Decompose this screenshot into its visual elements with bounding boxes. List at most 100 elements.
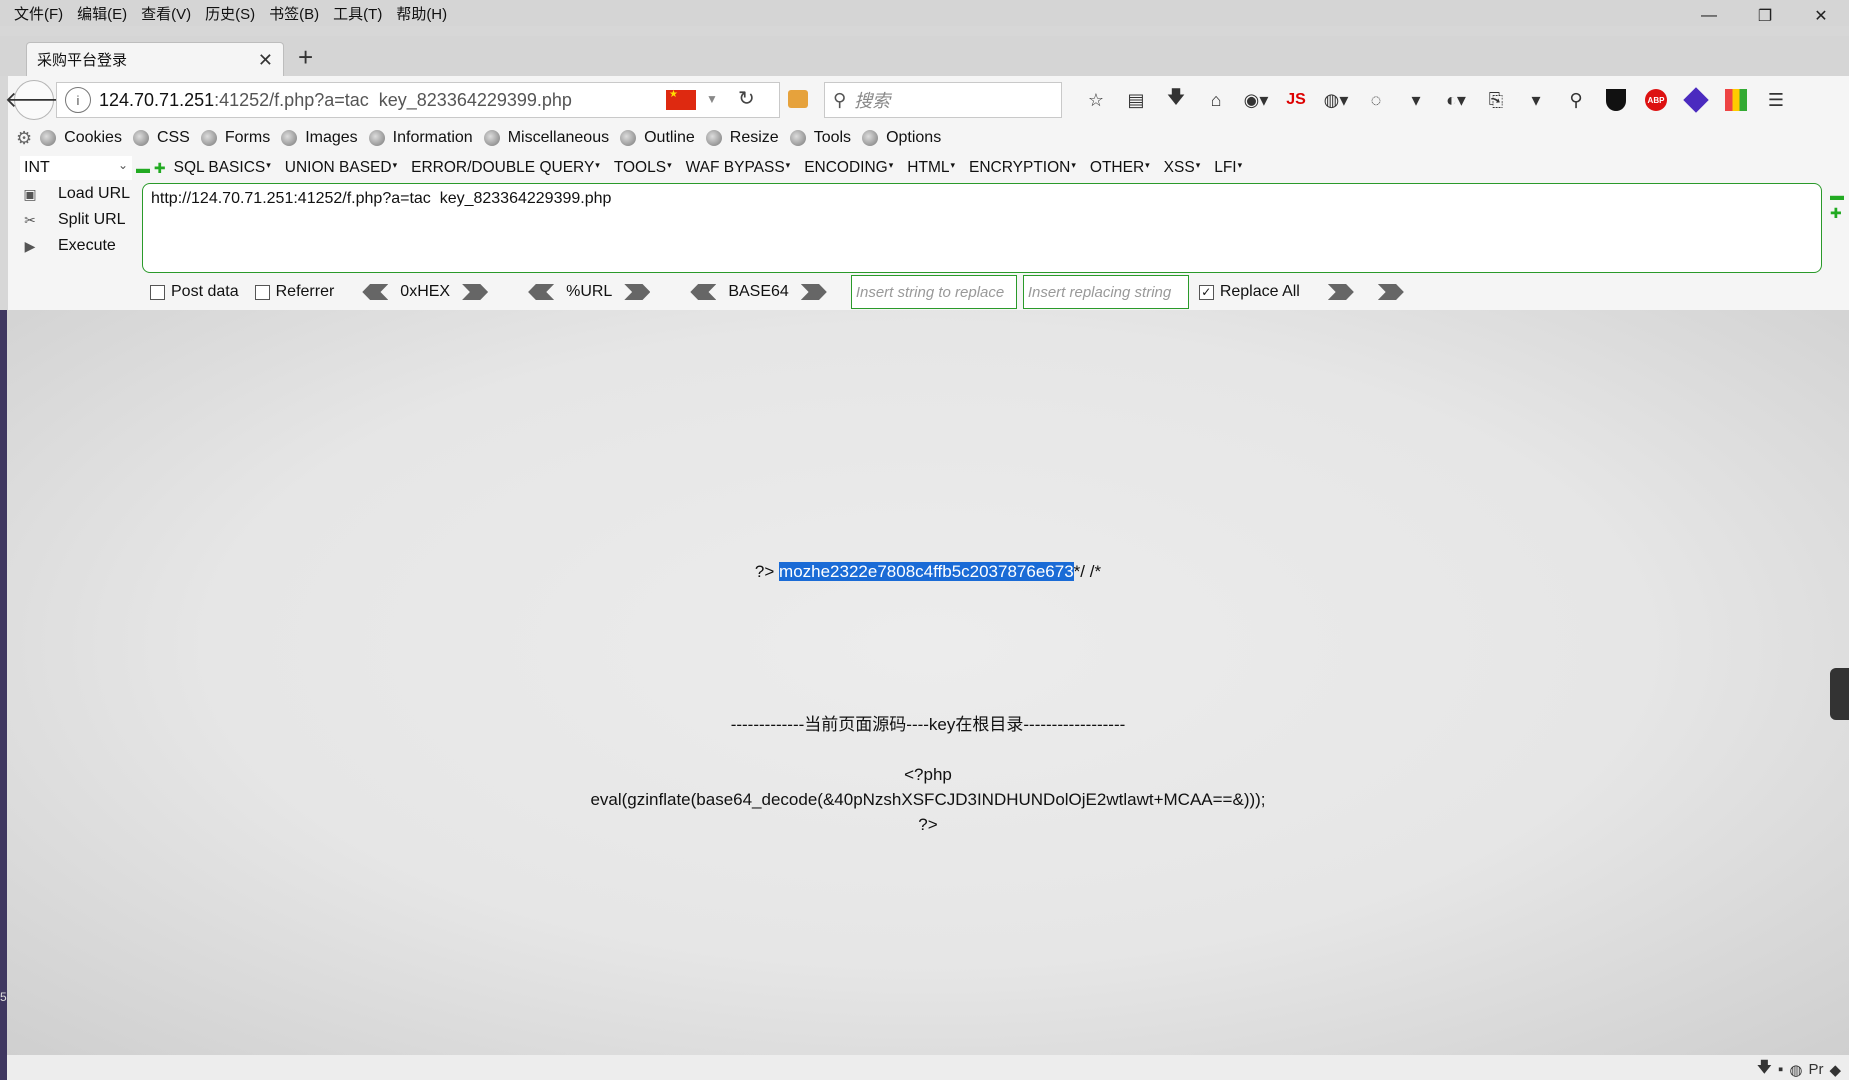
menu-union-based[interactable]: UNION BASED [285,159,397,177]
flag-prefix: ?> [754,562,780,581]
replace-all-checkbox[interactable]: ✓ Replace All [1198,283,1300,301]
menu-waf-bypass[interactable]: WAF BYPASS [686,159,791,177]
split-url-button[interactable]: ✂ Split URL [20,210,125,230]
reader-icon[interactable]: ▤ [1116,85,1156,115]
new-tab-button[interactable]: + [298,44,313,70]
minimize-button[interactable]: — [1681,0,1737,32]
menu-tools[interactable]: TOOLS [614,159,672,177]
menu-history[interactable]: 历史(S) [205,3,255,24]
hex-encode-arrow-icon[interactable] [462,284,489,300]
home-icon[interactable]: ⌂ [1196,85,1236,115]
url-decode-arrow-icon[interactable] [528,284,555,300]
base64-encode-arrow-icon[interactable] [800,284,827,300]
replacing-string-input[interactable]: Insert replacing string [1022,275,1189,309]
search-icon: ⚲ [833,89,847,110]
replace-string-input[interactable]: Insert string to replace [850,275,1017,309]
hex-label: 0xHEX [400,283,451,300]
menu-sql-basics[interactable]: SQL BASICS [174,159,271,177]
note-icon[interactable]: ▪ [1778,1061,1783,1078]
info-icon[interactable]: i [65,87,91,113]
bookmark-cookies[interactable]: Cookies [40,129,122,147]
execute-label: Execute [58,237,116,254]
bookmark-resize[interactable]: Resize [705,129,779,147]
execute-button[interactable]: ▶ Execute [20,236,116,256]
base64-decode-arrow-icon[interactable] [690,284,717,300]
cube-icon-wrap[interactable] [1716,85,1756,115]
bookmark-information[interactable]: Information [368,129,473,147]
hackbar-panel: INT ⌄ ▬ ✚ SQL BASICS UNION BASED ERROR/D… [8,152,1849,310]
menu-lfi[interactable]: LFI [1214,159,1242,177]
bookmark-options[interactable]: Options [862,129,941,147]
ublock-icon[interactable]: ◐▾ [1436,85,1476,115]
back-button[interactable]: 🡐 [5,80,64,120]
replace-arrow-icon-2[interactable] [1377,284,1404,300]
hex-decode-arrow-icon[interactable] [362,284,389,300]
china-flag-icon[interactable]: ★ [666,89,696,110]
bookmark-forms[interactable]: Forms [200,129,270,147]
close-window-button[interactable]: ✕ [1793,0,1849,32]
globe-icon [483,130,500,146]
overflow-dropdown-icon[interactable]: ▾ [1396,85,1436,115]
minus-icon[interactable]: ▬ [1830,186,1844,204]
menu-html[interactable]: HTML [907,159,955,177]
menu-help[interactable]: 帮助(H) [396,3,447,24]
zoom-icon[interactable]: ⚲ [1556,85,1596,115]
overflow-dropdown-icon-2[interactable]: ▾ [1516,85,1556,115]
menu-view[interactable]: 查看(V) [141,3,191,24]
hackbar-toggle-icon[interactable] [788,90,808,108]
bookmark-label: CSS [156,129,190,146]
replace-arrow-icon[interactable] [1327,284,1354,300]
globe-icon[interactable]: ◉▾ [1236,85,1276,115]
menu-file[interactable]: 文件(F) [14,3,63,24]
referrer-checkbox[interactable]: Referrer [254,283,334,301]
plus-icon[interactable]: ✚ [1830,204,1844,222]
scroll-handle[interactable] [1830,668,1849,720]
menu-other[interactable]: OTHER [1090,159,1150,177]
pr-icon[interactable]: Pr [1808,1061,1823,1078]
globe-icon[interactable]: ◍ [1789,1061,1802,1079]
abp-icon-wrap[interactable]: ABP [1636,85,1676,115]
download-icon[interactable]: 🡇 [1156,85,1196,115]
reload-button[interactable]: ↻ [738,86,755,111]
download-icon[interactable]: 🡇 [1757,1057,1772,1080]
bookmark-tools[interactable]: Tools [789,129,851,147]
menu-bookmarks[interactable]: 书签(B) [269,3,319,24]
js-icon[interactable]: JS [1276,85,1316,115]
menu-error-double-query[interactable]: ERROR/DOUBLE QUERY [411,159,600,177]
search-input[interactable]: ⚲ 搜索 [824,82,1062,118]
flag-suffix: */ /* [1073,562,1102,581]
load-url-button[interactable]: ▣ Load URL [20,184,130,204]
post-data-checkbox[interactable]: Post data [150,283,239,301]
restore-button[interactable]: ❐ [1737,0,1793,32]
menu-encryption[interactable]: ENCRYPTION [969,159,1076,177]
hackbar-side-controls: ▬ ✚ [1830,186,1844,222]
share-icon[interactable]: ⎘ [1476,85,1516,115]
globe-icon [40,130,57,146]
minus-plus-icon[interactable]: ▬ ✚ [136,160,166,177]
hex-icon-wrap[interactable] [1676,85,1716,115]
type-select[interactable]: INT ⌄ [20,156,132,180]
hamburger-icon[interactable]: ☰ [1756,85,1796,115]
bookmark-label: Information [392,129,473,146]
hackbar-url-textarea[interactable]: http://124.70.71.251:41252/f.php?a=tac k… [142,183,1822,273]
flag-selected-text[interactable]: mozhe2322e7808c4ffb5c2037876e673 [779,562,1074,581]
bookmark-miscellaneous[interactable]: Miscellaneous [483,129,609,147]
menu-edit[interactable]: 编辑(E) [77,3,127,24]
base64-label: BASE64 [728,283,789,300]
shield-icon-wrap[interactable] [1596,85,1636,115]
menu-encoding[interactable]: ENCODING [804,159,893,177]
tab-close-icon[interactable]: ✕ [258,50,273,71]
gear-icon[interactable]: ⚙ [16,128,32,149]
bookmark-images[interactable]: Images [281,129,358,147]
menu-xss[interactable]: XSS [1164,159,1201,177]
url-encode-arrow-icon[interactable] [624,284,651,300]
palette-icon[interactable]: ◌ [1356,85,1396,115]
bookmark-outline[interactable]: Outline [620,129,695,147]
menu-tools[interactable]: 工具(T) [333,3,382,24]
flag-dropdown-icon[interactable]: ▼ [706,92,718,106]
bookmark-css[interactable]: CSS [132,129,190,147]
star-icon[interactable]: ☆ [1076,85,1116,115]
hackbar-icon[interactable]: ◆ [1829,1061,1841,1079]
tab-active[interactable]: 采购平台登录 ✕ [26,42,284,76]
colorzilla-icon[interactable]: ◍▾ [1316,85,1356,115]
